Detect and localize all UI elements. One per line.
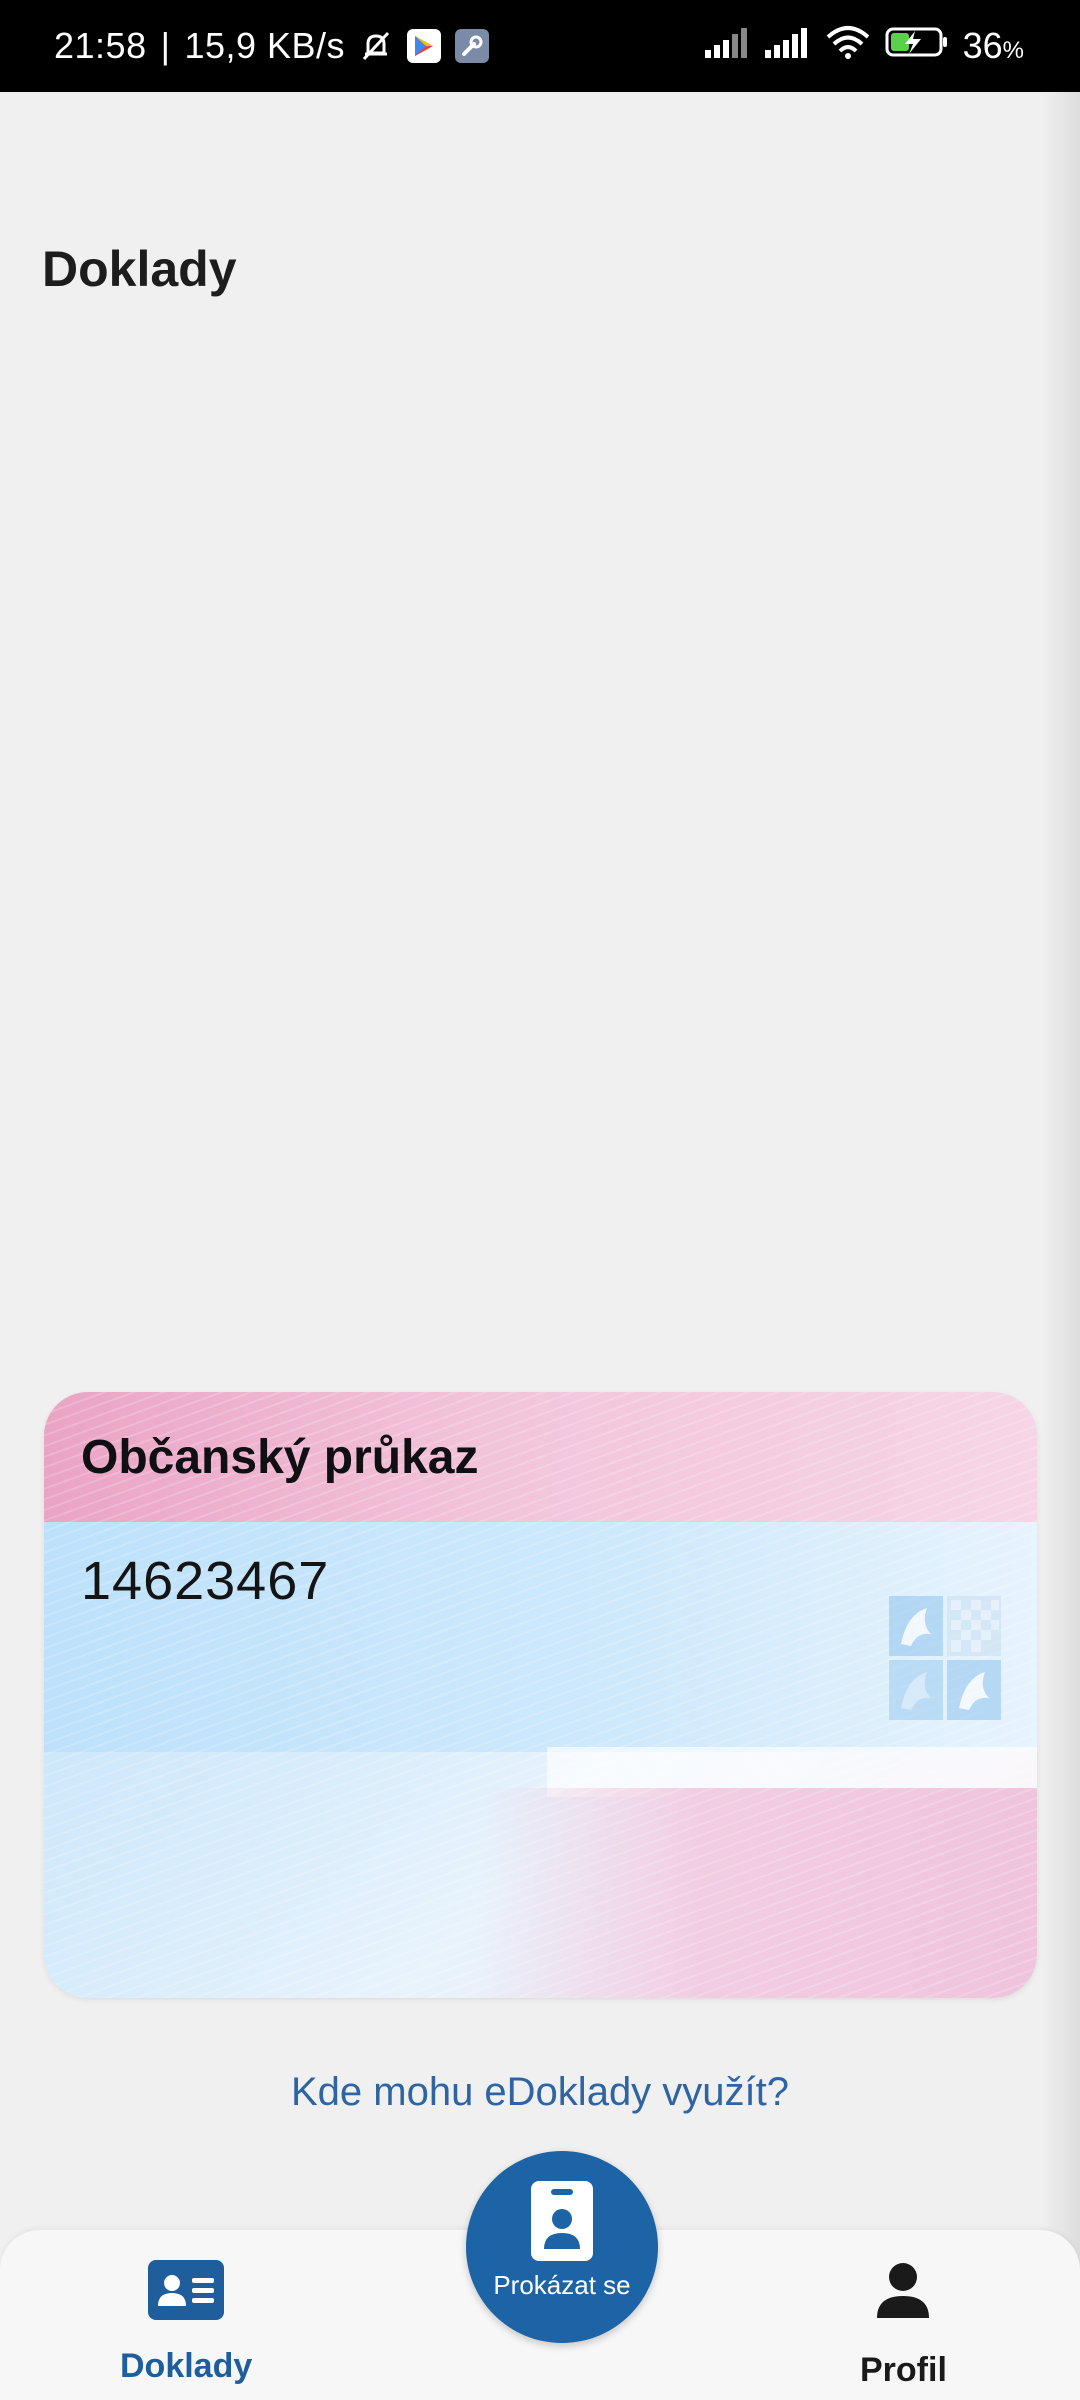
prove-identity-button[interactable]: Prokázat se	[466, 2151, 658, 2343]
prove-identity-label: Prokázat se	[493, 2270, 631, 2300]
status-right: 36%	[704, 0, 1024, 92]
status-separator: |	[160, 25, 171, 66]
battery-percent: 36%	[963, 25, 1024, 67]
nav-label-doklady: Doklady	[120, 2347, 253, 2385]
app-screen: 21:58 | 15,9 KB/s 36% Doklady Občanský p…	[0, 0, 1080, 2400]
person-icon	[873, 2260, 933, 2329]
nav-label-profil: Profil	[860, 2351, 947, 2389]
wifi-icon	[825, 25, 871, 68]
signal-icon	[764, 25, 811, 67]
status-bar: 21:58 | 15,9 KB/s 36%	[0, 0, 1080, 92]
status-time: 21:58	[54, 25, 147, 66]
wrench-icon	[455, 29, 490, 63]
status-left: 21:58 | 15,9 KB/s	[54, 0, 490, 92]
edge-shadow	[1040, 92, 1080, 2400]
battery-value: 36	[962, 25, 1003, 66]
help-link[interactable]: Kde mohu eDoklady využít?	[0, 2070, 1080, 2115]
status-network-speed: 15,9 KB/s	[184, 25, 346, 66]
card-title: Občanský průkaz	[81, 1431, 479, 1484]
battery-unit: %	[1002, 37, 1024, 64]
battery-charging-icon	[885, 25, 949, 67]
badge-person-icon	[531, 2181, 593, 2266]
id-card[interactable]: Občanský průkaz 14623467	[44, 1392, 1037, 1998]
coat-of-arms-icon	[887, 1594, 1003, 1724]
signal-icon	[704, 25, 751, 67]
nav-item-profil[interactable]: Profil	[860, 2260, 947, 2390]
page-title: Doklady	[42, 241, 237, 297]
nav-item-doklady[interactable]: Doklady	[120, 2260, 252, 2386]
card-number: 14623467	[81, 1551, 330, 1611]
play-store-icon	[407, 29, 442, 63]
id-card-icon	[148, 2260, 225, 2329]
muted-bell-icon	[359, 29, 393, 63]
